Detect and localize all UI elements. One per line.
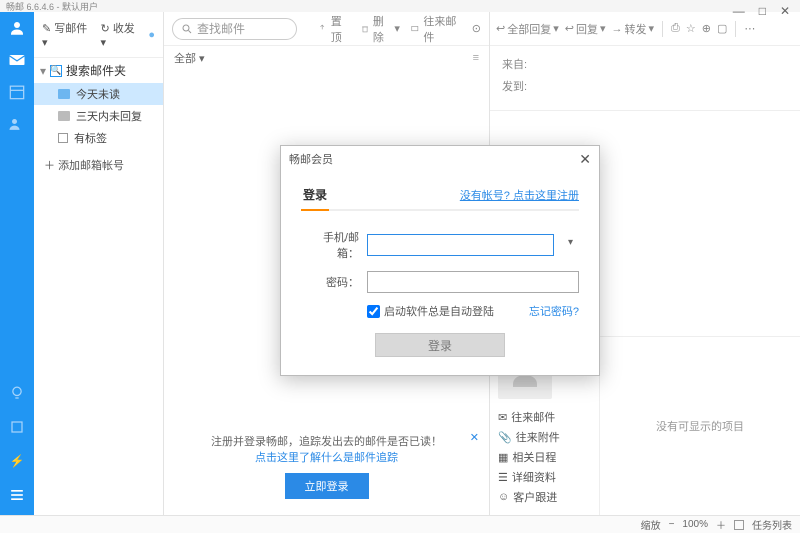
sort-icon[interactable]: ≡ <box>473 52 479 64</box>
dialog-title: 畅邮会员 <box>289 151 333 167</box>
add-account-button[interactable]: ＋ 添加邮箱帐号 <box>34 149 163 176</box>
forgot-password-link[interactable]: 忘记密码? <box>529 303 579 319</box>
toolbar-icon-2[interactable]: ☆ <box>686 22 696 35</box>
mail-icon[interactable] <box>7 50 27 70</box>
contact-followup[interactable]: ☺ 客户跟进 <box>498 487 591 507</box>
contact-related-attach[interactable]: 📎 往来附件 <box>498 427 591 447</box>
reply-all-button[interactable]: ↩ 全部回复 ▾ <box>496 21 559 37</box>
status-bar: 缩放 − 100% ＋ 任务列表 <box>0 515 800 533</box>
phone-label: 手机/邮箱： <box>301 229 359 261</box>
zoom-value: 100% <box>682 519 708 530</box>
password-input[interactable] <box>367 271 579 293</box>
forward-button[interactable]: → 转发 ▾ <box>612 21 655 37</box>
password-label: 密码： <box>301 274 359 290</box>
folder-today-unread[interactable]: 今天未读 <box>34 83 163 105</box>
minimize-button[interactable]: — <box>733 4 745 20</box>
maximize-button[interactable]: □ <box>759 4 766 20</box>
no-items-label: 没有可显示的项目 <box>600 337 800 515</box>
plug-icon[interactable]: ⚡ <box>7 451 27 471</box>
related-mail-button[interactable]: 往来邮件 <box>410 13 462 45</box>
contact-related-mail[interactable]: ✉ 往来邮件 <box>498 407 591 427</box>
dialog-close-icon[interactable]: ✕ <box>579 151 591 168</box>
search-input[interactable]: 查找邮件 <box>172 18 297 40</box>
task-list-checkbox[interactable] <box>734 520 744 530</box>
compose-button[interactable]: ✎ 写邮件 ▾ <box>42 20 95 49</box>
promo-close-icon[interactable]: ✕ <box>470 431 479 444</box>
avatar-icon[interactable] <box>7 18 27 38</box>
menu-icon[interactable] <box>7 485 27 505</box>
notify-dot-icon: ● <box>148 29 155 41</box>
folder-has-tag[interactable]: 有标签 <box>34 127 163 149</box>
auto-login-checkbox[interactable]: 启动软件总是自动登陆 <box>367 303 494 319</box>
to-label: 发到: <box>502 78 788 94</box>
contact-detail[interactable]: ☰ 详细资料 <box>498 467 591 487</box>
promo-login-button[interactable]: 立即登录 <box>285 473 369 499</box>
task-list-label: 任务列表 <box>752 517 792 532</box>
login-button[interactable]: 登录 <box>375 333 505 357</box>
zoom-label: 缩放 <box>641 517 661 532</box>
folders-panel: ✎ 写邮件 ▾ ↻ 收发 ▾ ● ▾🔍搜索邮件夹 今天未读 三天内未回复 有标签… <box>34 12 164 515</box>
cube-icon[interactable] <box>7 417 27 437</box>
delete-button[interactable]: 删除 ▾ <box>360 13 400 45</box>
send-receive-button[interactable]: ↻ 收发 ▾ <box>101 20 143 49</box>
toolbar-icon-1[interactable]: ⎙ <box>671 22 680 35</box>
title-bar: 畅邮 6.6.4.6 - 默认用户 <box>0 0 800 12</box>
phone-input[interactable] <box>367 234 554 256</box>
promo-link[interactable]: 点击这里了解什么是邮件追踪 <box>255 452 398 464</box>
more-icon[interactable]: ⊙ <box>472 22 481 35</box>
contacts-icon[interactable] <box>7 114 27 134</box>
toolbar-icon-3[interactable]: ⊕ <box>702 22 711 35</box>
search-folders-node[interactable]: ▾🔍搜索邮件夹 <box>34 58 163 83</box>
reply-button[interactable]: ↩ 回复 ▾ <box>565 21 606 37</box>
pin-button[interactable]: 置顶 <box>317 13 350 45</box>
nav-sidebar: ⚡ <box>0 12 34 515</box>
login-dialog: 畅邮会员 ✕ 登录 没有帐号? 点击这里注册 手机/邮箱： 密码： 启动软件总是… <box>280 145 600 376</box>
contact-related-calendar[interactable]: ▦ 相关日程 <box>498 447 591 467</box>
promo-banner: ✕ 注册并登录畅邮，追踪发出去的邮件是否已读！ 点击这里了解什么是邮件追踪 立即… <box>164 423 489 515</box>
filter-all[interactable]: 全部 ▾ <box>174 50 205 66</box>
zoom-in-button[interactable]: ＋ <box>716 517 726 532</box>
window-controls: — □ ✕ <box>723 0 800 24</box>
close-button[interactable]: ✕ <box>780 4 790 20</box>
zoom-out-button[interactable]: − <box>669 519 675 530</box>
from-label: 来自: <box>502 56 788 72</box>
register-link[interactable]: 没有帐号? 点击这里注册 <box>460 187 579 203</box>
calendar-icon[interactable] <box>7 82 27 102</box>
folder-three-day-no-reply[interactable]: 三天内未回复 <box>34 105 163 127</box>
tab-login[interactable]: 登录 <box>301 180 329 211</box>
idea-icon[interactable] <box>7 383 27 403</box>
